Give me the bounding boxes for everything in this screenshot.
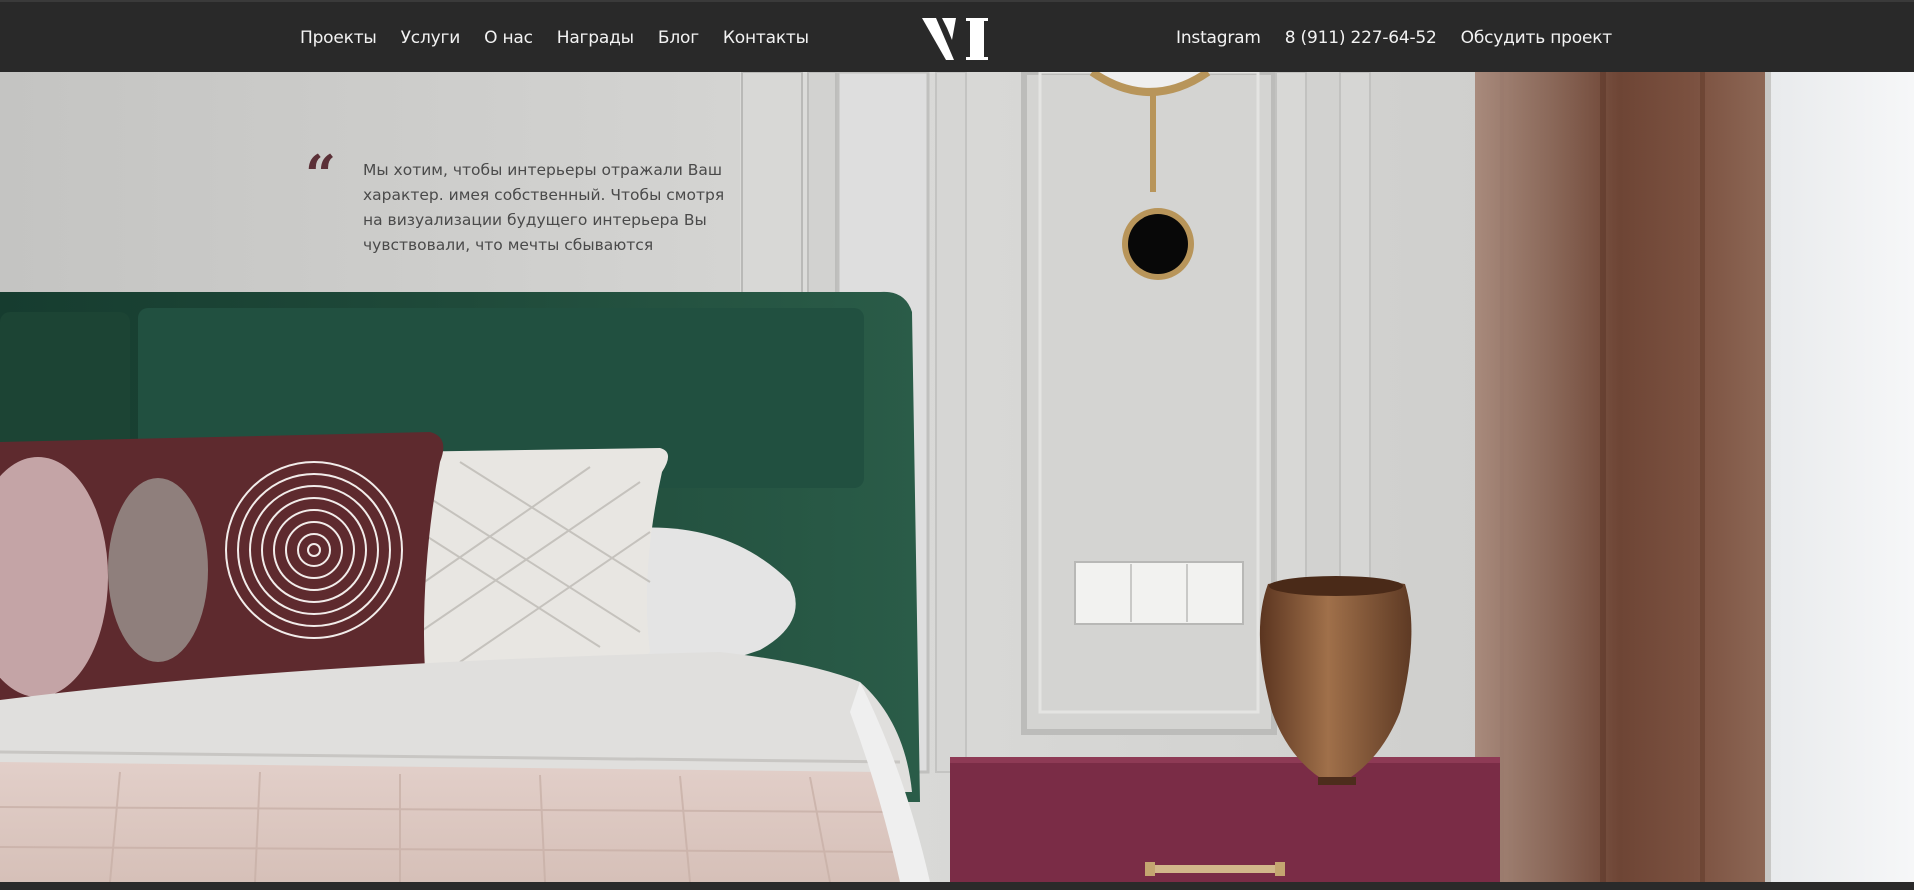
page-bottom-edge — [0, 882, 1914, 890]
nav-projects[interactable]: Проекты — [300, 28, 377, 48]
nav-awards[interactable]: Награды — [557, 28, 634, 48]
header-actions: Instagram 8 (911) 227-64-52 Обсудить про… — [1176, 28, 1612, 48]
nav-services[interactable]: Услуги — [401, 28, 461, 48]
nav-blog[interactable]: Блог — [658, 28, 699, 48]
quotation-mark-icon: “ — [305, 143, 337, 207]
vi-logo[interactable] — [920, 16, 992, 62]
phone-link[interactable]: 8 (911) 227-64-52 — [1285, 28, 1437, 48]
hero-quote: Мы хотим, чтобы интерьеры отражали Ваш х… — [363, 161, 725, 254]
hero-image: “ Мы хотим, чтобы интерьеры отражали Ваш… — [0, 72, 1914, 882]
instagram-link[interactable]: Instagram — [1176, 28, 1261, 48]
nav-about[interactable]: О нас — [484, 28, 533, 48]
bedroom-photo — [0, 72, 1914, 882]
header: Проекты Услуги О нас Награды Блог Контак… — [0, 0, 1914, 72]
discuss-project-button[interactable]: Обсудить проект — [1461, 28, 1613, 48]
nav-contacts[interactable]: Контакты — [723, 28, 809, 48]
main-nav: Проекты Услуги О нас Награды Блог Контак… — [300, 28, 809, 48]
